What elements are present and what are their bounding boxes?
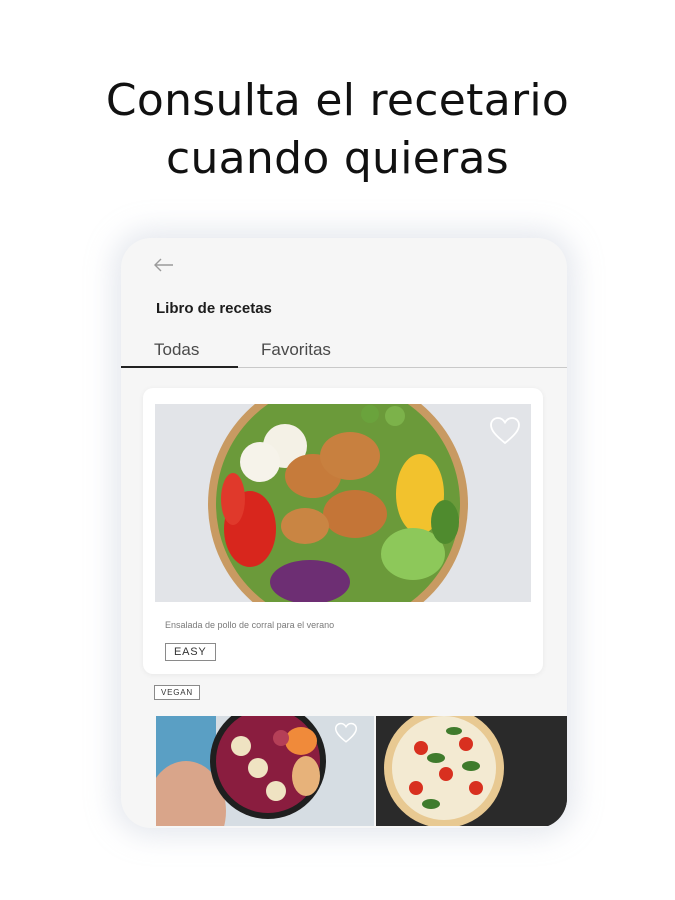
recipe-card[interactable]: Ensalada de pollo de corral para el vera… [143, 388, 543, 674]
headline-line-2: cuando quieras [165, 133, 510, 184]
salad-bowl-illustration [155, 404, 531, 602]
tab-bar: Todas Favoritas [121, 334, 567, 368]
heart-icon[interactable] [489, 416, 521, 446]
recipe-description: Ensalada de pollo de corral para el vera… [165, 620, 335, 630]
tab-favorites[interactable]: Favoritas [261, 340, 331, 360]
category-badge: VEGAN [154, 685, 201, 700]
active-tab-indicator [121, 366, 238, 368]
recipe-thumbnail-acai-bowl[interactable] [156, 716, 374, 826]
pizza-illustration [376, 716, 567, 826]
headline-line-1: Consulta el recetario [105, 75, 570, 126]
arrow-left-icon[interactable] [151, 252, 177, 278]
phone-screen: Libro de recetas Todas Favoritas Ensalad… [121, 238, 567, 828]
recipe-image [155, 404, 531, 602]
heart-icon[interactable] [334, 722, 358, 744]
tab-all[interactable]: Todas [154, 340, 199, 360]
recipe-thumbnail-pizza[interactable] [376, 716, 567, 826]
headline: Consulta el recetario cuando quieras [0, 72, 675, 188]
app-header: Libro de recetas Todas Favoritas [121, 238, 567, 368]
difficulty-badge: EASY [165, 643, 216, 661]
screen-title: Libro de recetas [156, 300, 272, 317]
